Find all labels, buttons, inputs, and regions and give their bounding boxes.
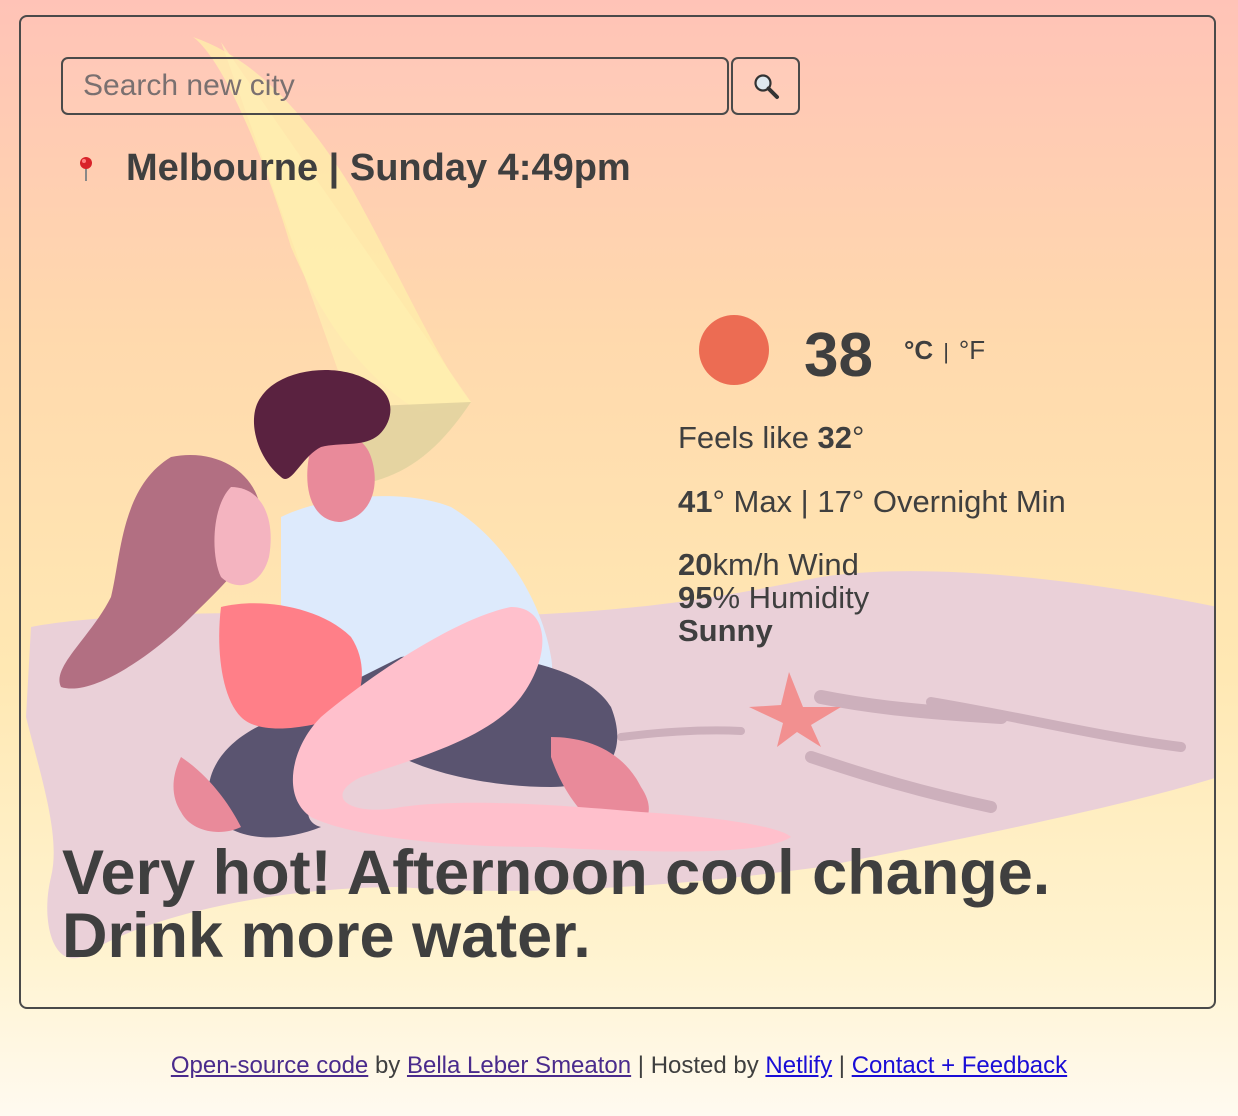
summary-line-2: Drink more water. xyxy=(62,901,591,971)
fahrenheit-toggle[interactable]: °F xyxy=(959,335,985,365)
condition-text: Sunny xyxy=(678,612,773,648)
feels-like-line: Feels like 32° xyxy=(678,420,1066,486)
footer-separator: | xyxy=(832,1052,852,1079)
location-text: Melbourne | Sunday 4:49pm xyxy=(126,147,631,189)
pin-icon xyxy=(71,155,101,183)
condition-line: Sunny xyxy=(678,612,1066,648)
weather-summary: Very hot! Afternoon cool change. Drink m… xyxy=(62,842,1050,968)
wind-value: 20 xyxy=(678,547,713,582)
humidity-value: 95 xyxy=(678,579,713,615)
humidity-label: % Humidity xyxy=(712,579,870,615)
woman-face xyxy=(214,487,271,586)
feels-like-value: 32 xyxy=(817,420,853,455)
location-header: Melbourne | Sunday 4:49pm xyxy=(71,147,631,190)
netlify-link[interactable]: Netlify xyxy=(765,1052,832,1079)
min-max-line: 41° Max | 17° Overnight Min xyxy=(678,484,1066,549)
footer-hosted: | Hosted by xyxy=(631,1052,766,1079)
unit-separator: | xyxy=(943,339,949,364)
humidity-line: 95% Humidity xyxy=(678,579,1066,615)
search-button[interactable] xyxy=(731,57,800,115)
max-temp-value: 41 xyxy=(678,484,713,519)
celsius-toggle[interactable]: °C xyxy=(904,335,933,365)
footer: Open-source code by Bella Leber Smeaton … xyxy=(0,1052,1238,1080)
summary-line-1: Very hot! Afternoon cool change. xyxy=(62,838,1051,908)
weather-details: Feels like 32° 41° Max | 17° Overnight M… xyxy=(678,420,1066,648)
unit-toggle: °C | °F xyxy=(904,335,985,366)
wind-line: 20km/h Wind xyxy=(678,547,1066,582)
author-link[interactable]: Bella Leber Smeaton xyxy=(407,1052,631,1079)
feels-like-label: Feels like xyxy=(678,420,818,455)
contact-link[interactable]: Contact + Feedback xyxy=(852,1052,1067,1079)
source-code-link[interactable]: Open-source code xyxy=(171,1052,368,1079)
magnifier-icon xyxy=(753,74,779,99)
feels-like-suffix: ° xyxy=(852,420,865,455)
search-input[interactable] xyxy=(61,57,729,115)
weather-card: Melbourne | Sunday 4:49pm 38 °C | °F Feels… xyxy=(19,15,1216,1009)
min-max-text: ° Max | 17° Overnight Min xyxy=(712,484,1066,519)
sun-icon xyxy=(699,315,769,385)
footer-by: by xyxy=(368,1052,407,1079)
temperature-value: 38 xyxy=(804,321,873,390)
wind-label: km/h Wind xyxy=(712,547,859,582)
